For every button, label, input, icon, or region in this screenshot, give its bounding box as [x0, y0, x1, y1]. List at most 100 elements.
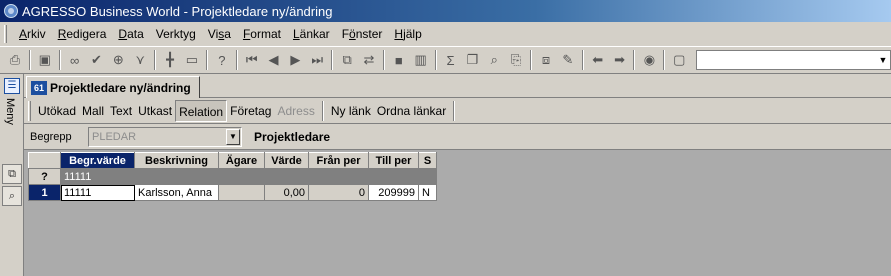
cell-begr-varde[interactable]: 11111 — [60, 184, 135, 201]
col-header-begr-varde[interactable]: Begr.värde — [60, 152, 135, 169]
cell-varde[interactable]: 0,00 — [264, 184, 309, 201]
menu-lankar[interactable]: Länkar — [287, 27, 336, 41]
filter-cell-varde[interactable] — [264, 168, 309, 185]
search-icon[interactable]: ⌕ — [483, 49, 505, 71]
stop-icon[interactable]: ■ — [388, 49, 410, 71]
last-record-icon[interactable]: ⏭ — [306, 49, 328, 71]
toolbar-separator — [633, 50, 636, 70]
toolbar-separator — [58, 50, 61, 70]
chart-icon[interactable]: ▥ — [410, 49, 432, 71]
cell-till-per[interactable]: 209999 — [368, 184, 419, 201]
note-icon[interactable]: ▢ — [668, 49, 690, 71]
chevron-down-icon[interactable]: ▼ — [876, 51, 890, 69]
copy-row-icon[interactable]: ⧉ — [336, 49, 358, 71]
zoom-icon[interactable]: ⊕ — [107, 49, 129, 71]
search-icon[interactable]: ⌕ — [2, 186, 22, 206]
move-row-icon[interactable]: ⇄ — [358, 49, 380, 71]
filter-cell-begr-varde[interactable]: 11111 — [60, 168, 135, 185]
first-record-icon[interactable]: ⏮ — [241, 49, 263, 71]
menu-fonster[interactable]: Fönster — [336, 27, 389, 41]
chevron-down-icon[interactable]: ▼ — [226, 128, 240, 145]
toolbar-separator — [235, 50, 238, 70]
toolbar-separator — [331, 50, 334, 70]
menu-redigera[interactable]: Redigera — [52, 27, 113, 41]
menu-bar: Arkiv Redigera Data Verktyg Visa Format … — [0, 22, 891, 46]
grid-corner[interactable] — [28, 152, 61, 169]
toolbar-combo[interactable]: ▼ — [696, 50, 891, 70]
add-row-icon[interactable]: ╋ — [159, 49, 181, 71]
filter-cell-s[interactable] — [418, 168, 437, 185]
filter-cell-beskrivning[interactable] — [134, 168, 219, 185]
back-arrow-icon[interactable]: ⬅ — [587, 49, 609, 71]
filter-cell-fran-per[interactable] — [308, 168, 369, 185]
binoculars-icon[interactable]: ∞ — [64, 49, 86, 71]
main-toolbar: ⎙ ▣ ∞ ✔ ⊕ ⋎ ╋ ▭ ? ⏮ ◀ ▶ ⏭ ⧉ ⇄ ■ ▥ Σ ❐ ⌕ … — [0, 46, 891, 74]
next-record-icon[interactable]: ▶ — [284, 49, 306, 71]
utokad-button[interactable]: Utökad — [35, 100, 79, 122]
menu-arkiv[interactable]: Arkiv — [13, 27, 52, 41]
tab-label: Projektledare ny/ändring — [50, 80, 191, 95]
col-header-varde[interactable]: Värde — [264, 152, 309, 169]
filter-cell-agare[interactable] — [218, 168, 265, 185]
action-bar: Utökad Mall Text Utkast Relation Företag… — [24, 98, 891, 124]
preview-icon[interactable]: ⎘ — [505, 49, 527, 71]
col-header-beskrivning[interactable]: Beskrivning — [134, 152, 219, 169]
relation-button[interactable]: Relation — [175, 99, 228, 122]
left-sidebar: ☰ Meny ⧉ ⌕ — [0, 74, 24, 276]
menu-data[interactable]: Data — [112, 27, 149, 41]
windows-icon[interactable]: ⧈ — [535, 49, 557, 71]
forward-arrow-icon[interactable]: ➡ — [609, 49, 631, 71]
row-number[interactable]: 1 — [28, 184, 61, 201]
begrepp-select[interactable]: PLEDAR ▼ — [88, 126, 242, 147]
filter-row[interactable]: ? 11111 — [28, 168, 437, 185]
cell-agare[interactable] — [218, 184, 265, 201]
duplicate-icon[interactable]: ❐ — [461, 49, 483, 71]
col-header-s[interactable]: S — [418, 152, 437, 169]
toolbar-separator — [581, 50, 584, 70]
document-tabs: 61 Projektledare ny/ändring — [24, 74, 891, 98]
ordna-lankar-button[interactable]: Ordna länkar — [374, 100, 449, 122]
mall-button[interactable]: Mall — [79, 100, 107, 122]
filter-row-marker[interactable]: ? — [28, 168, 61, 185]
menu-visa[interactable]: Visa — [202, 27, 237, 41]
ny-lank-button[interactable]: Ny länk — [328, 100, 374, 122]
text-button[interactable]: Text — [107, 100, 135, 122]
cell-beskrivning[interactable]: Karlsson, Anna — [134, 184, 219, 201]
pencils-icon[interactable]: ✎ — [557, 49, 579, 71]
help-icon[interactable]: ? — [211, 49, 233, 71]
cd-icon[interactable]: ◉ — [638, 49, 660, 71]
filter-icon[interactable]: ⋎ — [129, 49, 151, 71]
menu-hjalp[interactable]: Hjälp — [388, 27, 427, 41]
check-icon[interactable]: ✔ — [86, 49, 108, 71]
title-bar: AGRESSO Business World - Projektledare n… — [0, 0, 891, 22]
toolbar-separator — [434, 50, 437, 70]
table-row[interactable]: 1 11111 Karlsson, Anna 0,00 0 209999 N — [28, 184, 437, 201]
cell-fran-per[interactable]: 0 — [308, 184, 369, 201]
data-grid-area: Begr.värde Beskrivning Ägare Värde Från … — [24, 150, 891, 276]
begrepp-description: Projektledare — [254, 129, 331, 144]
previous-record-icon[interactable]: ◀ — [263, 49, 285, 71]
relation-grid: Begr.värde Beskrivning Ägare Värde Från … — [28, 152, 437, 201]
adress-button[interactable]: Adress — [274, 100, 317, 122]
form-icon[interactable]: ▭ — [181, 49, 203, 71]
foretag-button[interactable]: Företag — [227, 100, 274, 122]
menubar-grip — [4, 25, 7, 43]
print-icon[interactable]: ⎙ — [4, 49, 26, 71]
cell-s[interactable]: N — [418, 184, 437, 201]
col-header-fran-per[interactable]: Från per — [308, 152, 369, 169]
utkast-button[interactable]: Utkast — [135, 100, 175, 122]
save-icon[interactable]: ▣ — [34, 49, 56, 71]
begrepp-value: PLEDAR — [92, 130, 137, 143]
windows-list-icon[interactable]: ⧉ — [2, 164, 22, 184]
menu-format[interactable]: Format — [237, 27, 287, 41]
filter-cell-till-per[interactable] — [368, 168, 419, 185]
col-header-till-per[interactable]: Till per — [368, 152, 419, 169]
toolbar-separator — [530, 50, 533, 70]
col-header-agare[interactable]: Ägare — [218, 152, 265, 169]
menu-tree-icon[interactable]: ☰ — [4, 78, 20, 94]
actionbar-separator — [453, 100, 456, 121]
menu-verktyg[interactable]: Verktyg — [150, 27, 202, 41]
sum-icon[interactable]: Σ — [440, 49, 462, 71]
tab-projektledare[interactable]: 61 Projektledare ny/ändring — [26, 76, 200, 98]
sidebar-menu-label[interactable]: Meny — [4, 98, 16, 125]
